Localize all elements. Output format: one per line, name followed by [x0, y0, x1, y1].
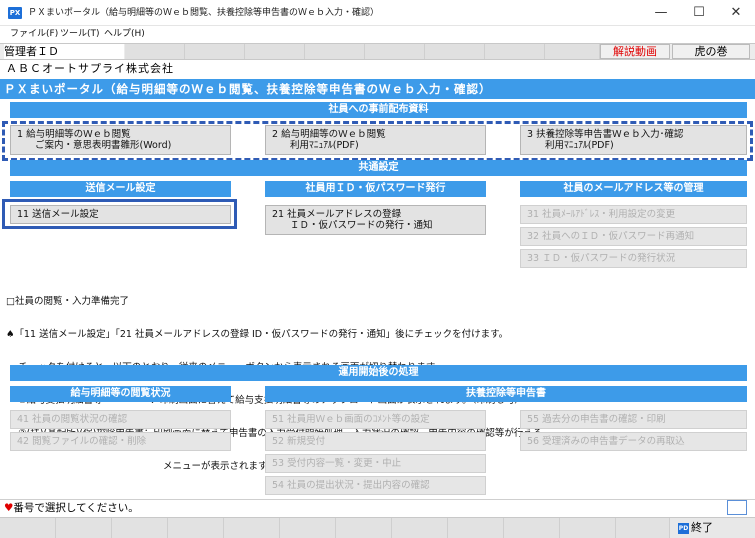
function-key[interactable] [280, 518, 336, 538]
status-text: 番号で選択してください。 [13, 502, 139, 514]
admin-id-label: 管理者ＩＤ [4, 44, 124, 59]
button-line: ＩＤ・仮パスワードの発行・通知 [290, 220, 433, 231]
note-line: ♠「11 送信メール設定」「21 社員メールアドレスの登録 ID・仮パスワードの… [6, 329, 509, 340]
function-key[interactable] [616, 518, 670, 538]
menu-tools[interactable]: ツール(T) [60, 27, 100, 42]
end-label: 終了 [691, 521, 713, 534]
reimport-button[interactable]: 56 受理済みの申告書データの再取込 [520, 432, 747, 451]
function-key[interactable] [224, 518, 280, 538]
app-icon: PX [8, 7, 22, 19]
menu-bar: ファイル(F) ツール(T) ヘルプ(H) [0, 26, 755, 43]
function-key[interactable] [504, 518, 560, 538]
guide-button[interactable]: 虎の巻 [672, 44, 750, 59]
id-issue-heading: 社員用ＩＤ・仮パスワード発行 [265, 181, 486, 197]
number-input[interactable] [727, 500, 747, 515]
function-key[interactable] [112, 518, 168, 538]
ready-checkbox[interactable]: □社員の閲覧・入力準備完了 [6, 296, 542, 307]
renotify-button[interactable]: 32 社員へのＩＤ・仮パスワード再通知 [520, 227, 747, 246]
top-cell [425, 44, 485, 59]
issue-status-button[interactable]: 33 ＩＤ・仮パスワードの発行状況 [520, 249, 747, 268]
function-key[interactable] [336, 518, 392, 538]
view-files-button[interactable]: 42 閲覧ファイルの確認・削除 [10, 432, 231, 451]
function-key[interactable] [0, 518, 56, 538]
title-bar: PX ＰＸまいポータル（給与明細等のＷｅｂ閲覧、扶養控除等申告書のＷｅｂ入力・確… [0, 0, 755, 26]
top-cell [185, 44, 245, 59]
reception-list-button[interactable]: 53 受付内容一覧・変更・中止 [265, 454, 486, 473]
highlight-solid [2, 199, 237, 229]
status-bar: ♥番号で選択してください。 [0, 499, 755, 516]
common-settings-heading: 共通設定 [10, 160, 747, 176]
heart-icon: ♥ [4, 502, 14, 514]
change-email-button[interactable]: 31 社員ﾒｰﾙｱﾄﾞﾚｽ・利用設定の変更 [520, 205, 747, 224]
function-key-bar: PD 終了 [0, 517, 755, 538]
comment-settings-button[interactable]: 51 社員用Ｗｅｂ画面のｺﾒﾝﾄ等の設定 [265, 410, 486, 429]
close-button[interactable]: ✕ [717, 0, 755, 26]
operation-heading: 運用開始後の処理 [10, 365, 747, 381]
top-cell [125, 44, 185, 59]
mail-settings-heading: 送信メール設定 [10, 181, 231, 197]
top-cell [365, 44, 425, 59]
button-line: 21 社員メールアドレスの登録 [272, 209, 402, 220]
top-cell [305, 44, 365, 59]
pre-distribution-heading: 社員への事前配布資料 [10, 102, 747, 118]
top-cell [245, 44, 305, 59]
end-icon: PD [678, 522, 689, 534]
end-button[interactable]: PD 終了 [670, 520, 748, 536]
top-cell [545, 44, 600, 59]
function-key[interactable] [168, 518, 224, 538]
function-key[interactable] [392, 518, 448, 538]
top-bar: 管理者ＩＤ 解説動画 虎の巻 [0, 43, 755, 60]
function-key[interactable] [560, 518, 616, 538]
menu-help[interactable]: ヘルプ(H) [104, 27, 145, 42]
minimize-button[interactable]: — [642, 0, 680, 26]
function-key[interactable] [56, 518, 112, 538]
highlight-dashed [2, 121, 753, 161]
deduction-heading: 扶養控除等申告書 [265, 386, 747, 402]
maximize-button[interactable]: ☐ [680, 0, 718, 26]
submission-status-button[interactable]: 54 社員の提出状況・提出内容の確認 [265, 476, 486, 495]
menu-file[interactable]: ファイル(F) [10, 27, 58, 42]
status-message: ♥番号で選択してください。 [4, 501, 139, 516]
past-forms-button[interactable]: 55 過去分の申告書の確認・印刷 [520, 410, 747, 429]
register-email-button[interactable]: 21 社員メールアドレスの登録 ＩＤ・仮パスワードの発行・通知 [265, 205, 486, 235]
explanation-video-button[interactable]: 解説動画 [600, 44, 670, 59]
view-status-button[interactable]: 41 社員の閲覧状況の確認 [10, 410, 231, 429]
mail-manage-heading: 社員のメールアドレス等の管理 [520, 181, 747, 197]
window-title: ＰＸまいポータル（給与明細等のＷｅｂ閲覧、扶養控除等申告書のＷｅｂ入力・確認） [28, 8, 380, 18]
pay-status-heading: 給与明細等の閲覧状況 [10, 386, 231, 402]
function-key[interactable] [448, 518, 504, 538]
company-name: ＡＢＣオートサプライ株式会社 [6, 62, 174, 75]
top-cell [485, 44, 545, 59]
new-reception-button[interactable]: 52 新規受付 [265, 432, 486, 451]
portal-header: ＰＸまいポータル（給与明細等のＷｅｂ閲覧、扶養控除等申告書のＷｅｂ入力・確認） [0, 79, 755, 99]
